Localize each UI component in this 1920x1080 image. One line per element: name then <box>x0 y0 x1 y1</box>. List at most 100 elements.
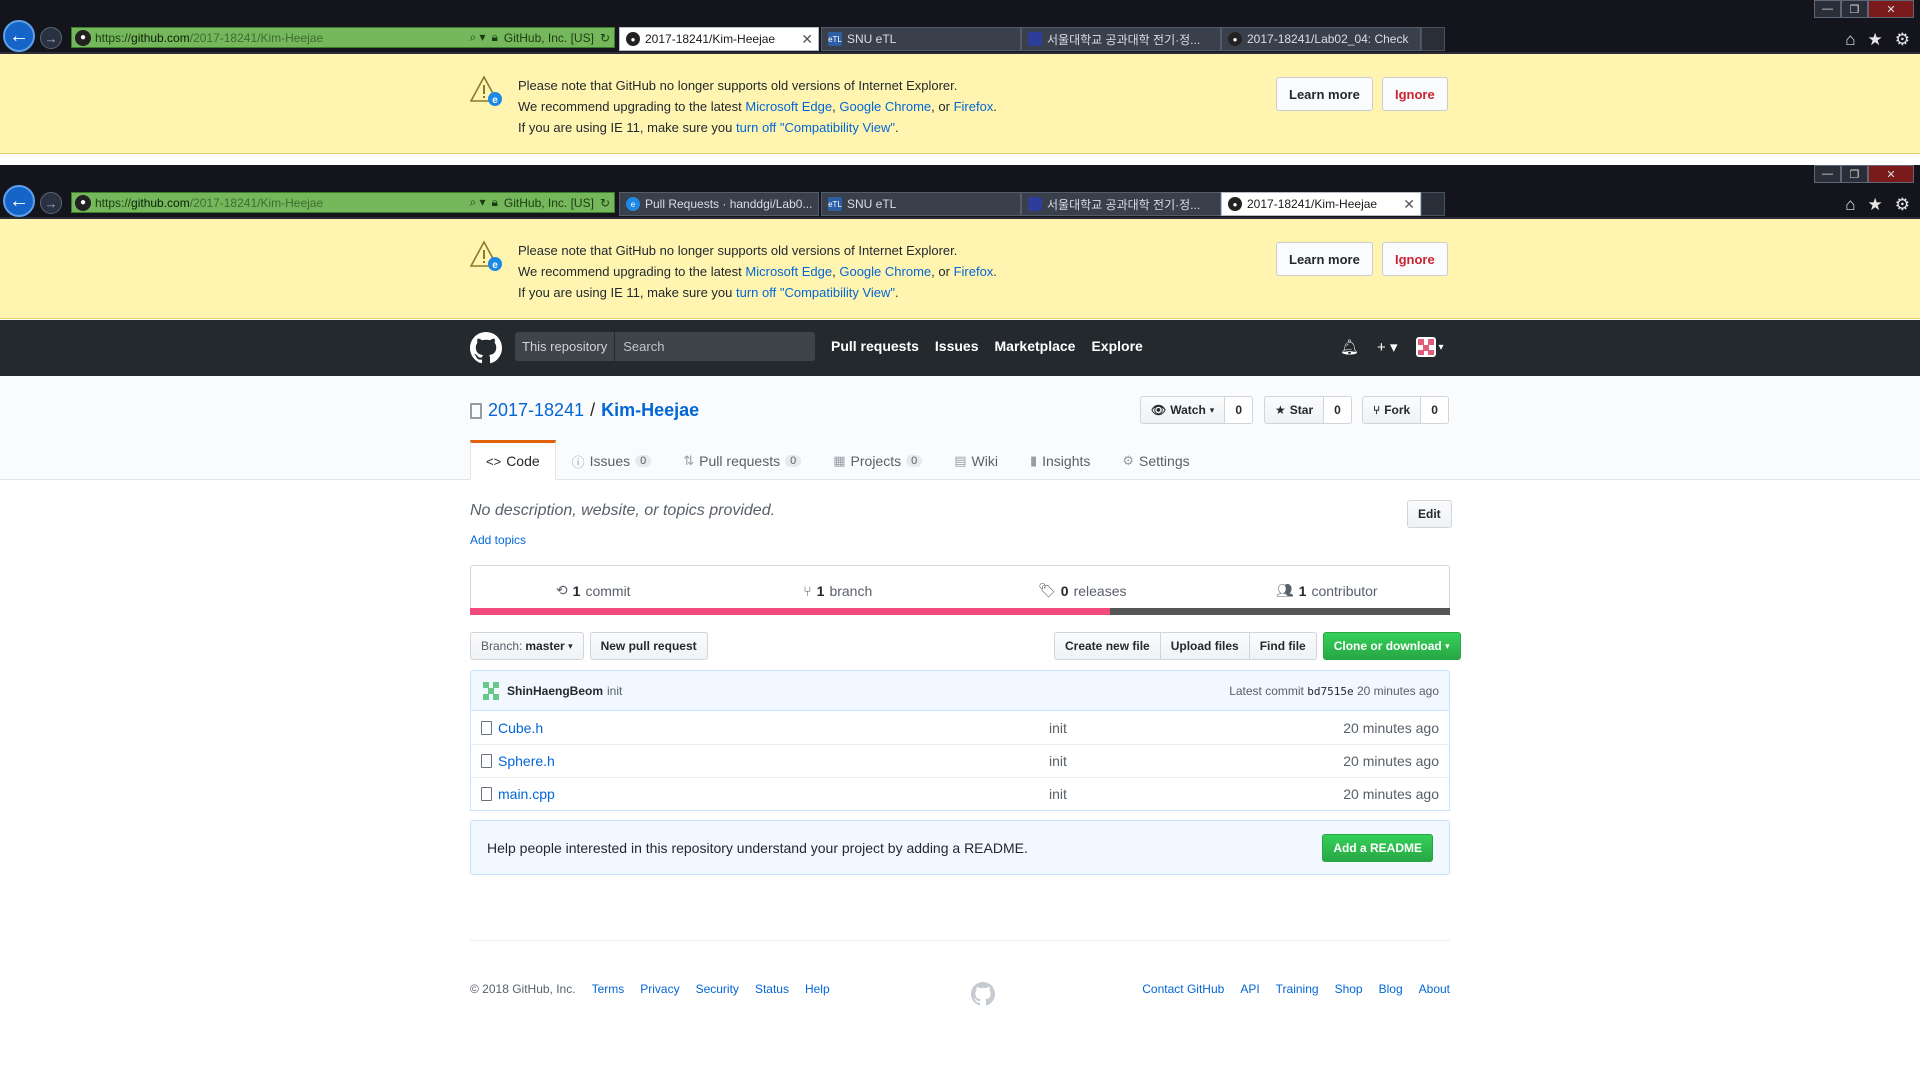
nav-explore[interactable]: Explore <box>1091 338 1142 354</box>
footer-link-api[interactable]: API <box>1240 982 1259 996</box>
settings-gear-icon[interactable]: ⚙ <box>1895 30 1910 50</box>
repo-name-link[interactable]: Kim-Heejae <box>601 400 699 421</box>
browser-tab[interactable]: e Pull Requests · handdgi/Lab0... <box>619 192 819 216</box>
github-octocat-icon[interactable] <box>971 982 995 1006</box>
favorites-star-icon[interactable]: ★ <box>1868 30 1883 50</box>
browser-tab[interactable]: ● 2017-18241/Lab02_04: Check <box>1221 27 1421 51</box>
star-button[interactable]: ★ Star <box>1264 396 1325 424</box>
browser-tab[interactable]: ● 2017-18241/Kim-Heejae ✕ <box>1221 192 1421 216</box>
language-stats-bar[interactable] <box>470 608 1450 615</box>
footer-link-security[interactable]: Security <box>696 982 739 996</box>
settings-gear-icon[interactable]: ⚙ <box>1895 195 1910 215</box>
home-icon[interactable]: ⌂ <box>1845 195 1855 215</box>
new-pull-request-button[interactable]: New pull request <box>589 632 708 660</box>
file-commit-message[interactable]: init <box>1049 720 1067 736</box>
footer-link-shop[interactable]: Shop <box>1335 982 1363 996</box>
minimize-icon[interactable]: — <box>1814 165 1841 183</box>
commit-author-link[interactable]: ShinHaengBeom <box>507 684 603 698</box>
footer-link-blog[interactable]: Blog <box>1379 982 1403 996</box>
footer-link-status[interactable]: Status <box>755 982 789 996</box>
tab-projects[interactable]: ▦ Projects 0 <box>817 440 938 480</box>
footer-link-training[interactable]: Training <box>1276 982 1319 996</box>
tab-close-icon[interactable]: ✕ <box>801 31 813 48</box>
create-new-plus-icon[interactable]: + ▾ <box>1377 338 1397 356</box>
firefox-link[interactable]: Firefox <box>954 99 994 114</box>
footer-link-about[interactable]: About <box>1419 982 1450 996</box>
footer-link-help[interactable]: Help <box>805 982 830 996</box>
stargazers-count[interactable]: 0 <box>1324 396 1352 424</box>
commit-message-link[interactable]: init <box>607 684 622 698</box>
file-commit-message[interactable]: init <box>1049 753 1067 769</box>
tab-settings[interactable]: ⚙ Settings <box>1106 440 1205 480</box>
firefox-link[interactable]: Firefox <box>954 264 994 279</box>
tab-close-icon[interactable]: ✕ <box>1403 196 1415 213</box>
user-menu[interactable]: ▾ <box>1415 337 1444 357</box>
nav-issues[interactable]: Issues <box>935 338 979 354</box>
commit-sha-link[interactable]: bd7515e <box>1307 685 1353 698</box>
ignore-button[interactable]: Ignore <box>1382 77 1448 111</box>
address-bar[interactable]: ● https://github.com/2017-18241/Kim-Heej… <box>71 192 615 213</box>
github-octocat-icon[interactable] <box>470 332 502 364</box>
footer-link-contact[interactable]: Contact GitHub <box>1142 982 1224 996</box>
compat-view-link[interactable]: turn off "Compatibility View" <box>736 285 895 300</box>
security-label[interactable]: GitHub, Inc. [US] <box>504 196 594 210</box>
file-link[interactable]: main.cpp <box>498 786 1049 802</box>
close-window-icon[interactable]: ✕ <box>1868 0 1914 18</box>
back-button[interactable]: ← <box>3 185 35 217</box>
notifications-bell-icon[interactable]: 🔔︎ <box>1340 338 1359 356</box>
watchers-count[interactable]: 0 <box>1225 396 1254 424</box>
fork-button[interactable]: ⑂ Fork <box>1362 396 1422 424</box>
home-icon[interactable]: ⌂ <box>1845 30 1855 50</box>
avatar[interactable] <box>481 681 501 701</box>
add-readme-button[interactable]: Add a README <box>1322 833 1433 862</box>
browser-tab[interactable]: 서울대학교 공과대학 전기·정... <box>1021 192 1221 216</box>
tab-code[interactable]: <> Code <box>470 440 556 480</box>
ignore-button[interactable]: Ignore <box>1382 242 1448 276</box>
security-label[interactable]: GitHub, Inc. [US] <box>504 31 594 45</box>
repo-owner-link[interactable]: 2017-18241 <box>488 400 584 421</box>
chrome-link[interactable]: Google Chrome <box>839 264 931 279</box>
file-link[interactable]: Sphere.h <box>498 753 1049 769</box>
file-commit-message[interactable]: init <box>1049 786 1067 802</box>
search-dropdown-icon[interactable]: ⌕ ▾ <box>469 195 485 210</box>
favorites-star-icon[interactable]: ★ <box>1868 195 1883 215</box>
repo-search-input[interactable]: This repository Search <box>515 332 815 361</box>
edge-link[interactable]: Microsoft Edge <box>745 99 832 114</box>
add-topics-link[interactable]: Add topics <box>470 533 526 547</box>
find-file-button[interactable]: Find file <box>1249 632 1317 660</box>
address-bar[interactable]: ● https://github.com/2017-18241/Kim-Heej… <box>71 27 615 48</box>
forward-button[interactable]: → <box>40 192 62 214</box>
learn-more-button[interactable]: Learn more <box>1276 77 1373 111</box>
minimize-icon[interactable]: — <box>1814 0 1841 18</box>
restore-icon[interactable]: ❐ <box>1841 165 1868 183</box>
browser-tab[interactable]: ● 2017-18241/Kim-Heejae ✕ <box>619 27 819 51</box>
forward-button[interactable]: → <box>40 27 62 49</box>
forks-count[interactable]: 0 <box>1421 396 1449 424</box>
footer-link-terms[interactable]: Terms <box>592 982 625 996</box>
browser-tab[interactable]: eTL SNU eTL <box>821 192 1021 216</box>
nav-marketplace[interactable]: Marketplace <box>995 338 1076 354</box>
refresh-icon[interactable]: ↻ <box>600 31 610 45</box>
back-button[interactable]: ← <box>3 20 35 52</box>
clone-download-button[interactable]: Clone or download ▾ <box>1322 632 1461 660</box>
edge-link[interactable]: Microsoft Edge <box>745 264 832 279</box>
browser-tab[interactable]: 서울대학교 공과대학 전기·정... <box>1021 27 1221 51</box>
refresh-icon[interactable]: ↻ <box>600 196 610 210</box>
tab-pull-requests[interactable]: ⇅ Pull requests 0 <box>667 440 817 480</box>
create-new-file-button[interactable]: Create new file <box>1054 632 1161 660</box>
file-link[interactable]: Cube.h <box>498 720 1049 736</box>
search-dropdown-icon[interactable]: ⌕ ▾ <box>469 30 485 45</box>
browser-tab[interactable]: eTL SNU eTL <box>821 27 1021 51</box>
close-window-icon[interactable]: ✕ <box>1868 165 1914 183</box>
new-tab-button[interactable] <box>1421 192 1445 216</box>
edit-description-button[interactable]: Edit <box>1407 500 1452 528</box>
new-tab-button[interactable] <box>1421 27 1445 51</box>
compat-view-link[interactable]: turn off "Compatibility View" <box>736 120 895 135</box>
restore-icon[interactable]: ❐ <box>1841 0 1868 18</box>
branch-select-button[interactable]: Branch: master ▾ <box>470 632 584 660</box>
tab-issues[interactable]: ⓘ Issues 0 <box>556 440 668 480</box>
watch-button[interactable]: 👁︎ Watch ▾ <box>1140 396 1226 424</box>
tab-insights[interactable]: ▮ Insights <box>1014 440 1106 480</box>
nav-pull-requests[interactable]: Pull requests <box>831 338 919 354</box>
footer-link-privacy[interactable]: Privacy <box>640 982 679 996</box>
